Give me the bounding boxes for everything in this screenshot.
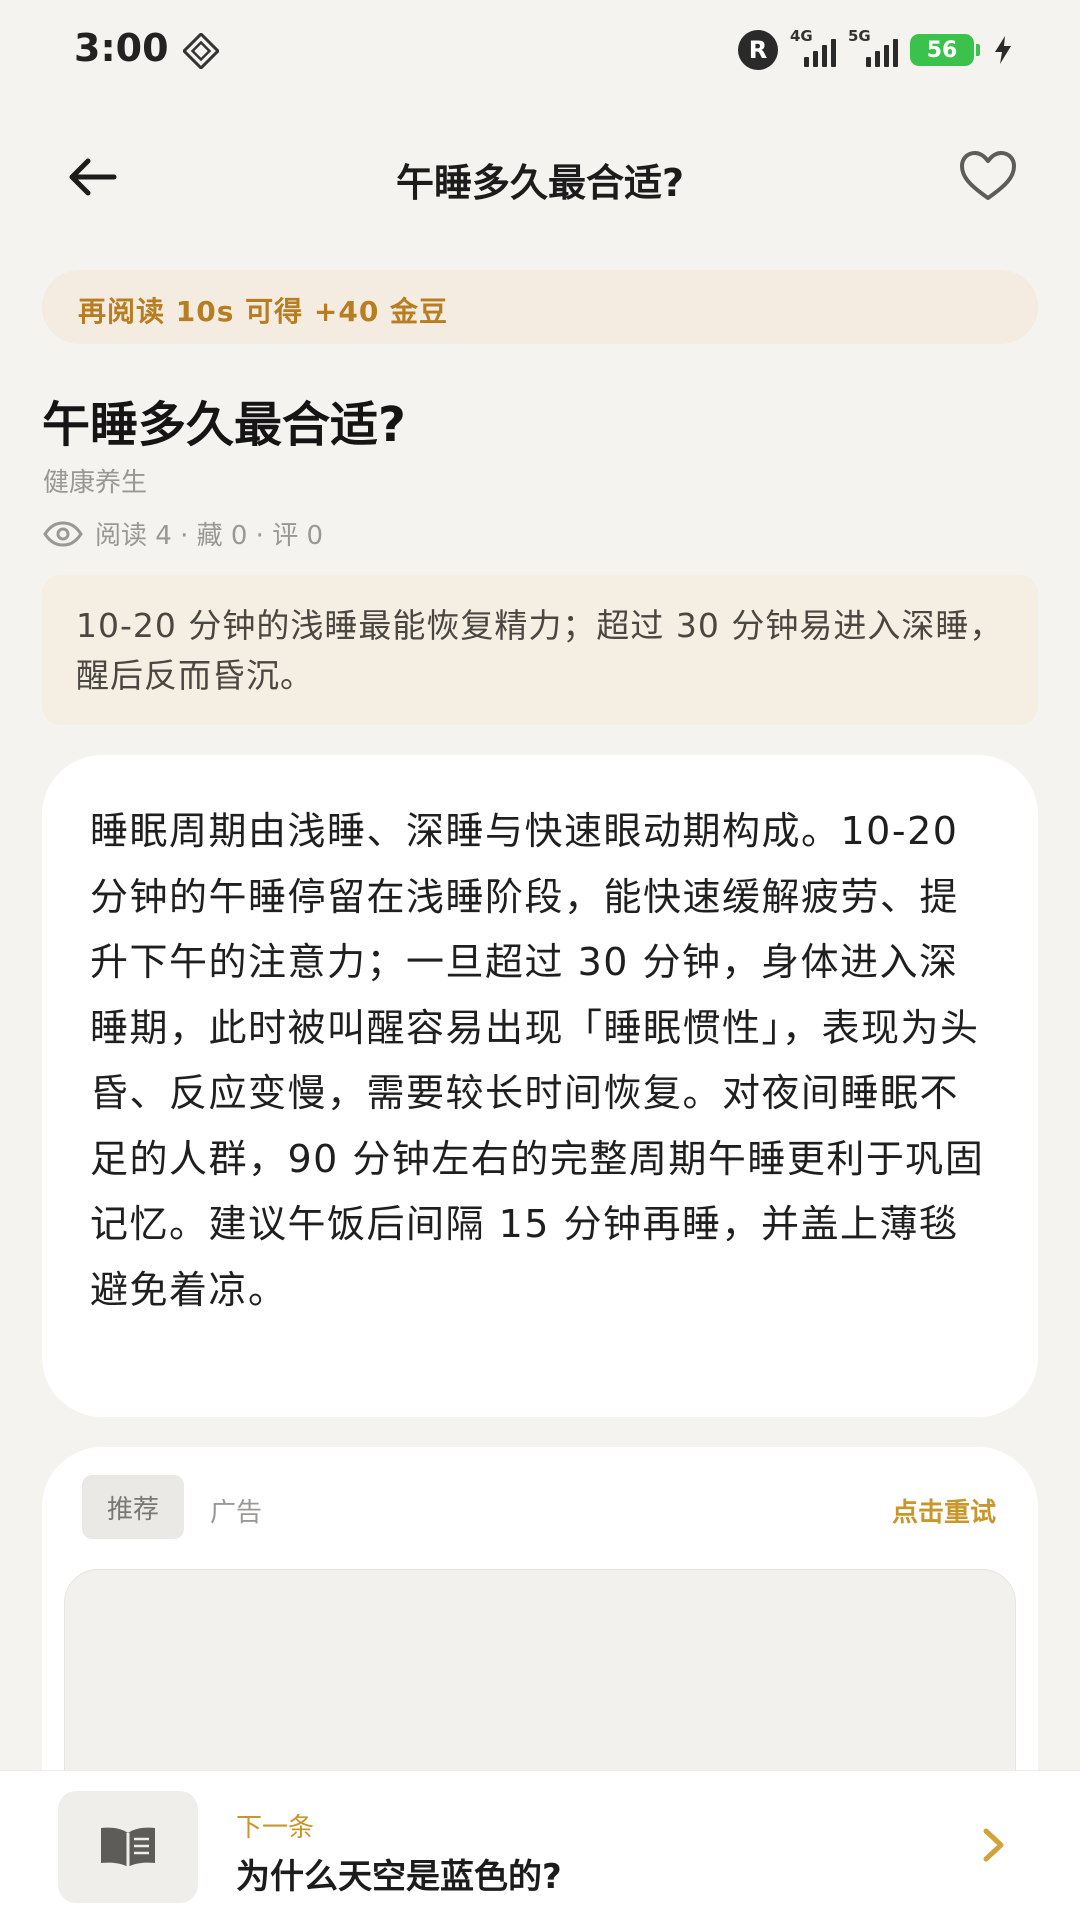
favorite-button[interactable] <box>956 148 1020 204</box>
tab-ad[interactable]: 广告 <box>210 1492 262 1529</box>
article-page: 3:00 R 4G 5G 56 午睡多久最合适? 再阅读 10s 可得 +40 … <box>0 0 1080 1920</box>
next-title: 为什么天空是蓝色的? <box>236 1857 562 1897</box>
article-body: 睡眠周期由浅睡、深睡与快速眼动期构成。10-20 分钟的午睡停留在浅睡阶段，能快… <box>42 755 1038 1417</box>
status-bar: 3:00 R 4G 5G 56 <box>0 0 1080 100</box>
article-summary: 10-20 分钟的浅睡最能恢复精力；超过 30 分钟易进入深睡，醒后反而昏沉。 <box>42 575 1038 725</box>
article-stats: 阅读 4 · 藏 0 · 评 0 <box>95 521 324 551</box>
battery-icon: 56 <box>910 34 974 66</box>
nfc-icon <box>183 33 219 69</box>
next-article-bar[interactable]: 下一条 为什么天空是蓝色的? <box>0 1770 1080 1920</box>
top-nav: 午睡多久最合适? <box>0 130 1080 220</box>
retry-button[interactable]: 点击重试 <box>892 1492 996 1529</box>
article-category: 健康养生 <box>43 468 148 498</box>
book-icon <box>101 1827 155 1867</box>
signal-4g-icon: 4G <box>790 27 836 67</box>
signal-5g-icon: 5G <box>848 27 898 67</box>
charging-icon <box>995 36 1011 64</box>
article-meta: 阅读 4 · 藏 0 · 评 0 <box>43 515 323 552</box>
r-badge-icon: R <box>738 30 778 70</box>
next-thumbnail <box>58 1791 198 1903</box>
next-label: 下一条 <box>236 1813 315 1843</box>
eye-icon <box>43 520 83 547</box>
tab-recommend[interactable]: 推荐 <box>82 1475 184 1539</box>
signal-4g-label: 4G <box>790 27 813 45</box>
chevron-right-icon[interactable] <box>974 1823 1014 1867</box>
status-indicators: R 4G 5G 56 <box>738 27 1014 72</box>
heart-icon <box>960 151 1016 200</box>
battery-tip <box>976 44 980 56</box>
reward-text: 再阅读 10s 可得 +40 金豆 <box>78 295 449 328</box>
page-title: 午睡多久最合适? <box>395 161 685 205</box>
signal-5g-label: 5G <box>848 27 871 45</box>
article-title: 午睡多久最合适? <box>42 397 406 453</box>
status-time: 3:00 <box>74 26 169 70</box>
reading-reward-banner: 再阅读 10s 可得 +40 金豆 <box>42 270 1038 344</box>
